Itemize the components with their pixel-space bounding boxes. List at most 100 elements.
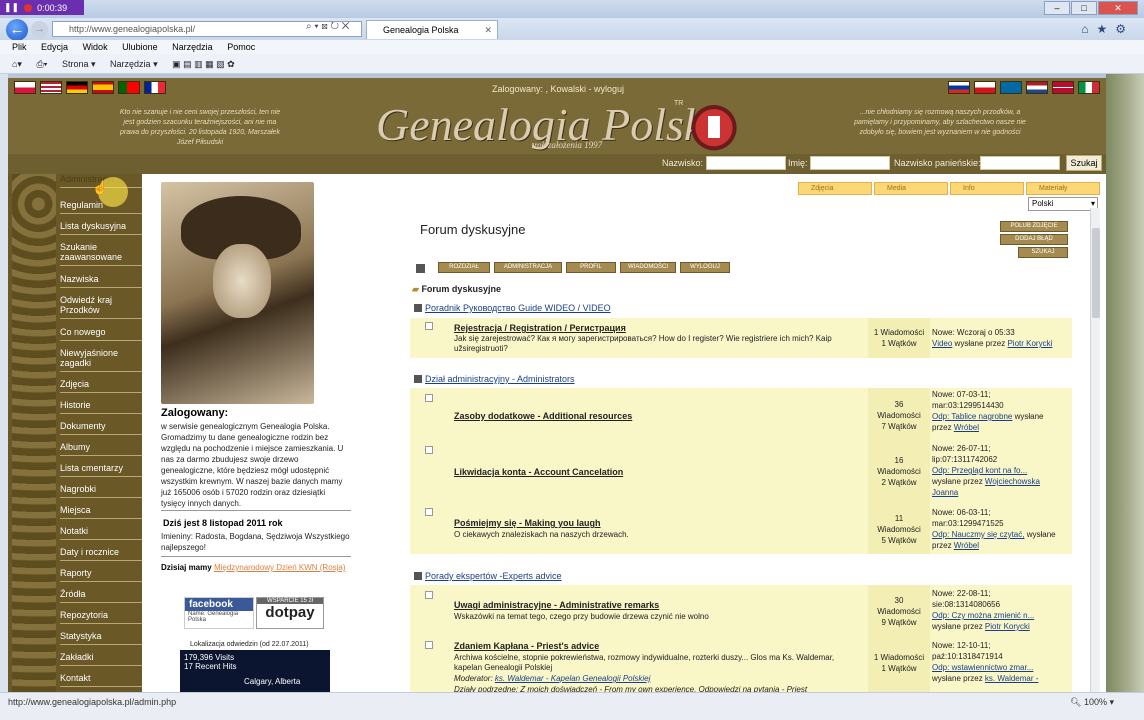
flag-de-icon[interactable]: [66, 81, 88, 94]
report-error-button[interactable]: DODAJ BŁĄD: [1000, 234, 1068, 245]
scrollbar-thumb[interactable]: [1092, 228, 1100, 318]
topic-title[interactable]: Zasoby dodatkowe - Additional resources: [454, 411, 632, 421]
moderator-link[interactable]: ks. Waldemar - Kapelan Genealogii Polski…: [495, 674, 650, 683]
flag-cz-icon[interactable]: [974, 81, 996, 94]
flag-ru-icon[interactable]: [948, 81, 970, 94]
home-icon[interactable]: ⌂▾: [12, 59, 22, 69]
topic-subforums[interactable]: Działy podrzędne: Z moich doświadczeń - …: [454, 685, 864, 692]
tab-info[interactable]: Info: [950, 182, 1024, 195]
sidebar-item-albumy[interactable]: Albumy: [60, 442, 142, 456]
last-post-author[interactable]: Wróbel: [954, 541, 979, 550]
menu-favorites[interactable]: Ulubione: [122, 42, 158, 52]
flag-se-icon[interactable]: [1000, 81, 1022, 94]
toolbar-wyloguj[interactable]: WYLOGUJ: [680, 262, 730, 273]
home-icon[interactable]: ⌂: [1081, 22, 1096, 36]
tab-zdjecia[interactable]: Zdjęcia: [798, 182, 872, 195]
close-button[interactable]: ✕: [1098, 1, 1138, 15]
section-admin[interactable]: Dział administracyjny - Administrators: [414, 374, 575, 384]
logged-in-status[interactable]: Zalogowany: , Kowalski - wyloguj: [492, 84, 624, 94]
address-tools[interactable]: ⌕ ▾ ⊠ ↻ ✕: [306, 21, 349, 32]
sidebar-item-miejsca[interactable]: Miejsca: [60, 505, 142, 519]
content-scrollbar[interactable]: [1090, 208, 1100, 692]
sidebar-item-zdjecia[interactable]: Zdjęcia: [60, 379, 142, 393]
holiday-link[interactable]: Międzynarodowy Dzień KWN (Rosja): [214, 563, 346, 572]
last-post-author[interactable]: Wróbel: [954, 423, 979, 432]
menu-tools[interactable]: Narzędzia: [172, 42, 213, 52]
facebook-badge[interactable]: facebook Name: Genealogia Polska: [184, 597, 254, 629]
sidebar-item-raporty[interactable]: Raporty: [60, 568, 142, 582]
topic-title[interactable]: Pośmiejmy się - Making you laugh: [454, 518, 601, 528]
section-experts[interactable]: Porady ekspertów -Experts advice: [414, 571, 562, 581]
flag-nl-icon[interactable]: [1026, 81, 1048, 94]
flag-us-icon[interactable]: [40, 81, 62, 94]
collapse-icon[interactable]: [416, 264, 425, 273]
collapse-icon[interactable]: [414, 572, 422, 580]
sidebar-item-zrodla[interactable]: Źródła: [60, 589, 142, 603]
menu-help[interactable]: Pomoc: [227, 42, 255, 52]
collapse-icon[interactable]: [414, 375, 422, 383]
tab-media[interactable]: Media: [874, 182, 948, 195]
sidebar-item-szukanie[interactable]: Szukanie zaawansowane: [60, 242, 142, 266]
last-post-link[interactable]: Video: [932, 339, 952, 348]
sidebar-item-nazwiska[interactable]: Nazwiska: [60, 274, 142, 288]
szukaj-button[interactable]: SZUKAJ: [1018, 247, 1068, 258]
sidebar-item-dokumenty[interactable]: Dokumenty: [60, 421, 142, 435]
favorites-icon[interactable]: ★: [1096, 22, 1115, 36]
last-post-link[interactable]: Odp: Tablice nagrobne: [932, 412, 1012, 421]
last-post-link[interactable]: Odp: Czy można zmienić n...: [932, 611, 1034, 620]
gear-icon[interactable]: ⚙: [1115, 22, 1134, 36]
browser-tab[interactable]: Genealogia Polska ✕: [366, 20, 498, 39]
sidebar-item-co-nowego[interactable]: Co nowego: [60, 327, 142, 341]
section-guide[interactable]: Poradnik Руководство Guide WIDEO / VIDEO: [414, 303, 611, 313]
flag-no-icon[interactable]: [1052, 81, 1074, 94]
back-button[interactable]: ←: [6, 19, 28, 41]
topic-title[interactable]: Likwidacja konta - Account Cancelation: [454, 467, 623, 477]
name-input[interactable]: [810, 156, 890, 170]
surname-input[interactable]: [706, 156, 786, 170]
minimize-button[interactable]: –: [1044, 1, 1070, 15]
sidebar-item-zagadki[interactable]: Niewyjaśnione zagadki: [60, 348, 142, 372]
last-post-author-cont[interactable]: Joanna: [932, 488, 958, 497]
sidebar-item-daty[interactable]: Daty i rocznice: [60, 547, 142, 561]
visits-map[interactable]: 179,396 Visits 17 Recent Hits Calgary, A…: [180, 650, 330, 692]
last-post-author[interactable]: Piotr Korycki: [1007, 339, 1052, 348]
tab-materialy[interactable]: Materiały: [1026, 182, 1100, 195]
search-button[interactable]: Szukaj: [1066, 155, 1102, 171]
forward-button[interactable]: →: [31, 21, 48, 38]
last-post-link[interactable]: Odp: Przegląd kont na fo...: [932, 466, 1027, 475]
sidebar-item-nagrobki[interactable]: Nagrobki: [60, 484, 142, 498]
topic-title[interactable]: Rejestracja / Registration / Регистрация: [454, 323, 626, 333]
menu-edit[interactable]: Edycja: [41, 42, 68, 52]
sidebar-item-notatki[interactable]: Notatki: [60, 526, 142, 540]
sidebar-item-lista-dyskusyjna[interactable]: Lista dyskusyjna: [60, 221, 142, 235]
last-post-link[interactable]: Odp: Nauczmy się czytać,: [932, 530, 1024, 539]
sidebar-item-odwiedz[interactable]: Odwiedź kraj Przodków: [60, 295, 142, 319]
flag-pt-icon[interactable]: [118, 81, 140, 94]
last-post-author[interactable]: Piotr Korycki: [985, 622, 1030, 631]
topic-title[interactable]: Uwagi administracyjne - Administrative r…: [454, 600, 659, 610]
language-select[interactable]: Polski ▾: [1028, 197, 1098, 211]
toolbar-icons[interactable]: ▣ ▤ ▥ ▦ ▧ ✿: [172, 59, 235, 69]
sidebar-item-kontakt[interactable]: Kontakt: [60, 673, 142, 687]
print-icon[interactable]: ⎙▾: [36, 59, 47, 69]
sidebar-item-statystyka[interactable]: Statystyka: [60, 631, 142, 645]
menu-view[interactable]: Widok: [83, 42, 108, 52]
toolbar-wiadomosci[interactable]: WIADOMOŚCI: [620, 262, 676, 273]
sidebar-item-cmentarze[interactable]: Lista cmentarzy: [60, 463, 142, 477]
dotpay-badge[interactable]: WSPARCIE 15 zł dotpay: [256, 597, 324, 629]
flag-fr-icon[interactable]: [144, 81, 166, 94]
last-post-author[interactable]: Wojciechowska: [985, 477, 1040, 486]
sidebar-item-zakladki[interactable]: Zakładki: [60, 652, 142, 666]
cmd-page[interactable]: Strona ▾: [62, 59, 96, 69]
menu-file[interactable]: Plik: [12, 42, 27, 52]
cmd-tools[interactable]: Narzędzia ▾: [110, 59, 158, 69]
like-photo-button[interactable]: POLUB ZDJĘCIE: [1000, 221, 1068, 232]
flag-pl-icon[interactable]: [14, 81, 36, 94]
zoom-level[interactable]: 🔍︎ 100% ▾: [1070, 697, 1114, 708]
flag-it-icon[interactable]: [1078, 81, 1100, 94]
flag-es-icon[interactable]: [92, 81, 114, 94]
toolbar-profil[interactable]: PROFIL: [566, 262, 616, 273]
maiden-input[interactable]: [980, 156, 1060, 170]
sidebar-item-repozytoria[interactable]: Repozytoria: [60, 610, 142, 624]
browser-right-icons[interactable]: ⌂★⚙: [1081, 22, 1134, 36]
